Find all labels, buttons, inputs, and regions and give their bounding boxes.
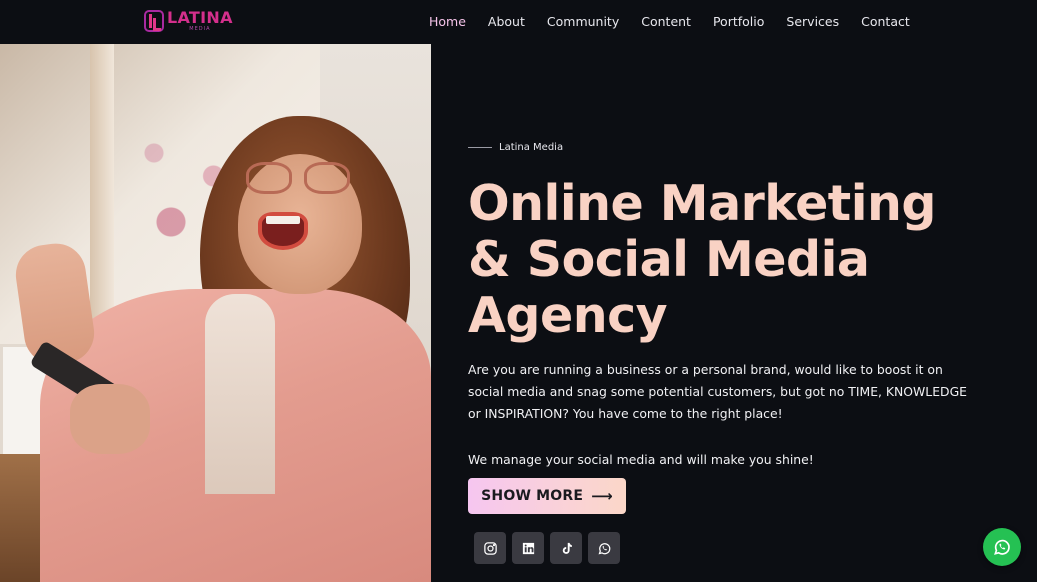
tiktok-icon bbox=[562, 542, 572, 554]
whatsapp-floating-button[interactable] bbox=[983, 528, 1021, 566]
hero-photo bbox=[0, 44, 431, 582]
hero-title-line: Agency bbox=[468, 287, 668, 344]
hero-tagline: We manage your social media and will mak… bbox=[468, 452, 814, 467]
hero-title: Online Marketing & Social Media Agency bbox=[468, 176, 1008, 344]
instagram-icon bbox=[483, 541, 497, 555]
whatsapp-icon bbox=[994, 539, 1010, 555]
nav-item-services[interactable]: Services bbox=[786, 14, 839, 29]
hero-description: Are you are running a business or a pers… bbox=[468, 362, 968, 421]
logo-subtext: MEDIA bbox=[189, 26, 211, 32]
hero-eyebrow: Latina Media bbox=[468, 142, 563, 153]
linkedin-link[interactable] bbox=[512, 532, 544, 564]
nav-item-community[interactable]: Community bbox=[547, 14, 619, 29]
logo-mark-icon bbox=[144, 10, 164, 32]
nav-item-home[interactable]: Home bbox=[429, 14, 466, 29]
show-more-label: SHOW MORE bbox=[481, 488, 584, 504]
show-more-button[interactable]: SHOW MORE ⟶ bbox=[468, 478, 626, 514]
instagram-link[interactable] bbox=[474, 532, 506, 564]
nav-item-portfolio[interactable]: Portfolio bbox=[713, 14, 764, 29]
eyebrow-text: Latina Media bbox=[499, 142, 564, 153]
hero-title-line: & Social Media bbox=[468, 231, 870, 288]
eyebrow-line bbox=[468, 147, 492, 148]
whatsapp-icon bbox=[598, 542, 610, 554]
hero-title-line: Online Marketing bbox=[468, 175, 936, 232]
logo-text: LATINA bbox=[167, 8, 233, 27]
main-nav: Home About Community Content Portfolio S… bbox=[429, 14, 932, 29]
site-header: LATINA MEDIA Home About Community Conten… bbox=[0, 0, 1037, 44]
arrow-right-icon: ⟶ bbox=[591, 487, 613, 505]
linkedin-icon bbox=[522, 542, 534, 554]
social-links bbox=[474, 532, 626, 564]
nav-item-content[interactable]: Content bbox=[641, 14, 691, 29]
tiktok-link[interactable] bbox=[550, 532, 582, 564]
nav-item-about[interactable]: About bbox=[488, 14, 525, 29]
brand-logo[interactable]: LATINA MEDIA bbox=[144, 10, 233, 32]
whatsapp-link[interactable] bbox=[588, 532, 620, 564]
nav-item-contact[interactable]: Contact bbox=[861, 14, 910, 29]
